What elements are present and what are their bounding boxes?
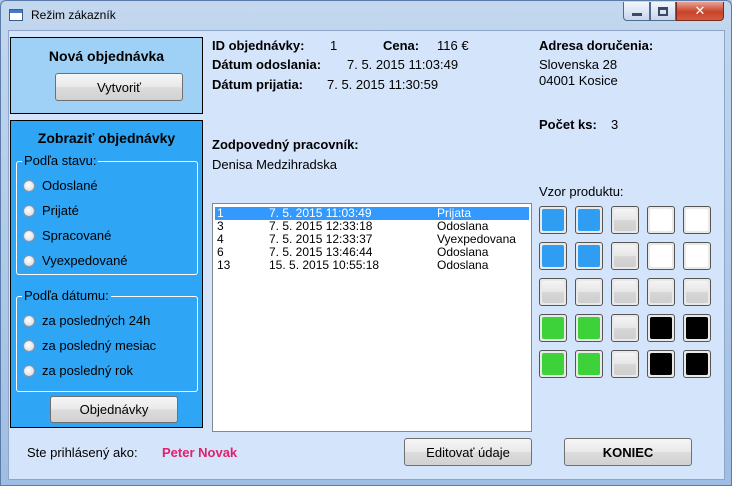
pattern-cell-green	[539, 314, 567, 342]
date-filter-legend: Podľa dátumu:	[22, 288, 111, 303]
pattern-cell-gray	[683, 278, 711, 306]
pattern-cell-white	[647, 206, 675, 234]
radio-status-sent[interactable]: Odoslané	[23, 178, 98, 193]
window-title: Režim zákazník	[31, 8, 116, 22]
app-window: Režim zákazník ✕ Nová objednávka Vytvori…	[0, 0, 732, 486]
address-line1: Slovenska 28	[539, 57, 618, 72]
orders-listbox[interactable]: 1 7. 5. 2015 11:03:49 Prijata 3 7. 5. 2015 1…	[212, 203, 532, 432]
pattern-cell-green	[575, 350, 603, 378]
address-label: Adresa doručenia:	[539, 38, 654, 53]
show-orders-button[interactable]: Objednávky	[50, 396, 178, 423]
received-date-label: Dátum prijatia:	[212, 77, 304, 92]
radio-label: za posledný mesiac	[42, 338, 157, 353]
radio-label: Prijaté	[42, 203, 79, 218]
pattern-cell-gray	[611, 278, 639, 306]
pattern-cell-gray	[611, 350, 639, 378]
pattern-cell-black	[683, 350, 711, 378]
new-order-panel: Nová objednávka Vytvoriť	[10, 37, 203, 114]
edit-details-button[interactable]: Editovať údaje	[404, 438, 532, 466]
pattern-label: Vzor produktu:	[539, 184, 624, 199]
list-cell-date: 15. 5. 2015 10:55:18	[269, 258, 380, 272]
radio-label: Vyexpedované	[42, 253, 128, 268]
new-order-title: Nová objednávka	[48, 48, 165, 64]
employee-label: Zodpovedný pracovník:	[212, 137, 359, 152]
radio-icon[interactable]	[23, 254, 35, 267]
order-id-value: 1	[330, 38, 338, 53]
radio-date-24h[interactable]: za posledných 24h	[23, 313, 150, 328]
radio-date-month[interactable]: za posledný mesiac	[23, 338, 156, 353]
minimize-button[interactable]	[623, 2, 650, 21]
pattern-cell-blue	[539, 242, 567, 270]
received-date-value: 7. 5. 2015 11:30:59	[327, 77, 439, 92]
sent-date-label: Dátum odoslania:	[212, 57, 322, 72]
sent-date-value: 7. 5. 2015 11:03:49	[347, 57, 459, 72]
minimize-icon	[631, 13, 642, 16]
order-id-label: ID objednávky:	[212, 38, 305, 53]
radio-icon[interactable]	[23, 364, 35, 377]
pattern-cell-white	[683, 206, 711, 234]
count-value: 3	[611, 117, 619, 132]
title-bar[interactable]: Režim zákazník ✕	[1, 1, 731, 29]
show-orders-title: Zobraziť objednávky	[37, 130, 176, 146]
pattern-cell-gray	[539, 278, 567, 306]
close-button[interactable]: ✕	[676, 2, 724, 21]
list-item[interactable]: 13 15. 5. 2015 10:55:18 Odoslana	[215, 259, 529, 272]
pattern-cell-black	[647, 350, 675, 378]
radio-icon[interactable]	[23, 229, 35, 242]
count-label: Počet ks:	[539, 117, 597, 132]
price-label: Cena:	[383, 38, 420, 53]
maximize-button[interactable]	[650, 2, 676, 21]
address-line2: 04001 Kosice	[539, 73, 618, 88]
end-button[interactable]: KONIEC	[564, 438, 692, 466]
radio-icon[interactable]	[23, 314, 35, 327]
radio-label: Odoslané	[42, 178, 98, 193]
status-filter-legend: Podľa stavu:	[22, 153, 99, 168]
radio-status-received[interactable]: Prijaté	[23, 203, 79, 218]
radio-icon[interactable]	[23, 339, 35, 352]
list-cell-id: 13	[217, 258, 231, 272]
status-filter-group: Podľa stavu: Odoslané Prijaté Spracované…	[16, 153, 198, 275]
pattern-cell-green	[539, 350, 567, 378]
pattern-cell-gray	[611, 206, 639, 234]
price-value: 116 €	[437, 38, 469, 53]
employee-value: Denisa Medzihradska	[212, 157, 338, 172]
date-filter-group: Podľa dátumu: za posledných 24h za posle…	[16, 288, 198, 392]
create-order-button[interactable]: Vytvoriť	[55, 73, 183, 101]
radio-status-shipped[interactable]: Vyexpedované	[23, 253, 128, 268]
maximize-icon	[658, 6, 668, 16]
radio-label: Spracované	[42, 228, 112, 243]
login-label: Ste prihlásený ako:	[27, 445, 138, 460]
radio-status-processed[interactable]: Spracované	[23, 228, 111, 243]
pattern-cell-green	[575, 314, 603, 342]
pattern-cell-gray	[611, 314, 639, 342]
radio-icon[interactable]	[23, 204, 35, 217]
show-orders-panel: Zobraziť objednávky Podľa stavu: Odoslan…	[10, 120, 203, 428]
close-icon: ✕	[694, 3, 706, 19]
pattern-cell-black	[647, 314, 675, 342]
pattern-cell-blue	[575, 206, 603, 234]
radio-icon[interactable]	[23, 179, 35, 192]
pattern-cell-blue	[575, 242, 603, 270]
pattern-cell-black	[683, 314, 711, 342]
pattern-cell-white	[683, 242, 711, 270]
product-pattern-grid	[539, 206, 714, 381]
pattern-cell-white	[647, 242, 675, 270]
radio-label: za posledný rok	[42, 363, 134, 378]
client-area: Nová objednávka Vytvoriť Zobraziť objedn…	[8, 30, 725, 480]
window-app-icon	[9, 9, 23, 21]
pattern-cell-gray	[575, 278, 603, 306]
list-cell-state: Odoslana	[437, 258, 489, 272]
login-user: Peter Novak	[162, 445, 238, 460]
pattern-cell-gray	[647, 278, 675, 306]
pattern-cell-gray	[611, 242, 639, 270]
radio-date-year[interactable]: za posledný rok	[23, 363, 133, 378]
pattern-cell-blue	[539, 206, 567, 234]
radio-label: za posledných 24h	[42, 313, 151, 328]
